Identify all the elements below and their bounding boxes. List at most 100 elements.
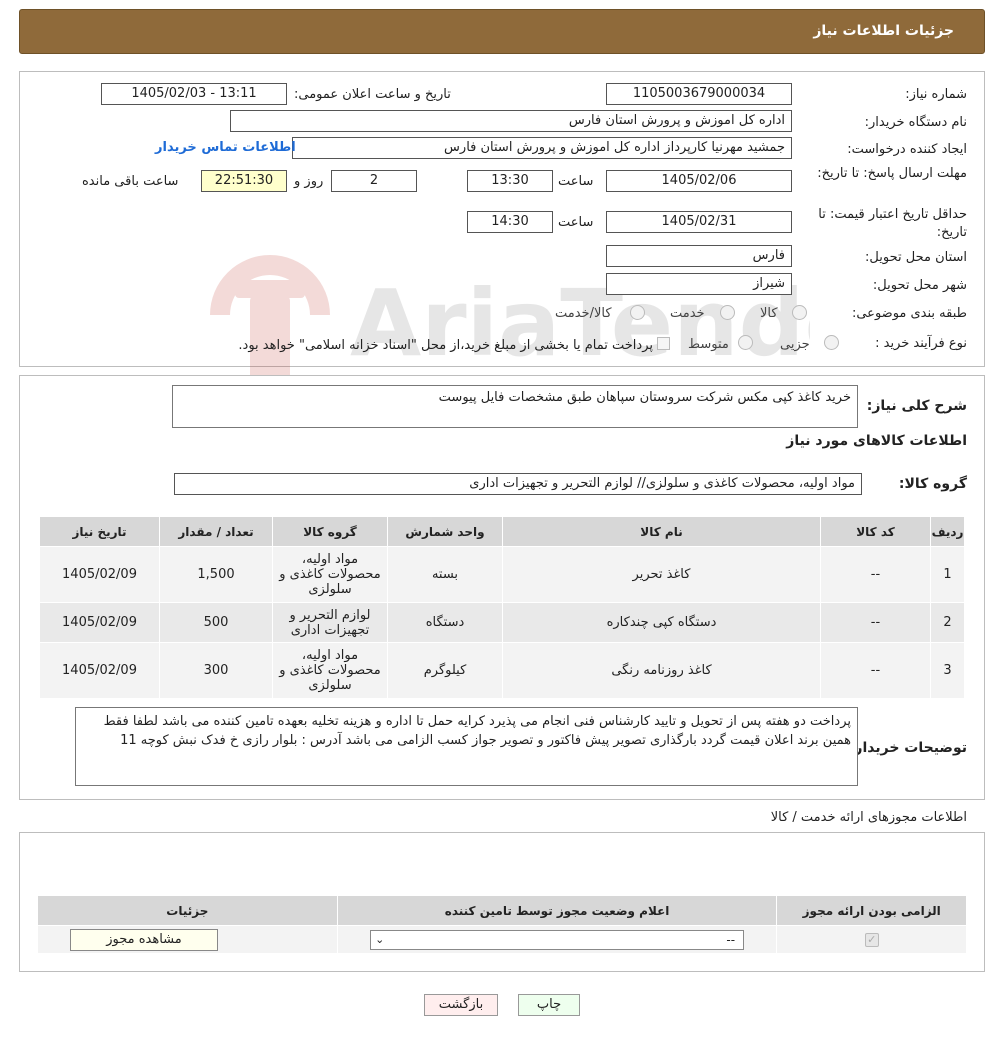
table-row: 2 -- دستگاه کپی چندکاره دستگاه لوازم الت…	[39, 602, 965, 643]
cell-unit: بسته	[387, 546, 503, 603]
buyer-notes-field: پرداخت دو هفته پس از تحویل و تایید کارشن…	[75, 707, 858, 786]
print-button[interactable]: چاپ	[518, 994, 580, 1016]
need-number-label: شماره نیاز:	[905, 87, 967, 102]
buyer-label: نام دستگاه خریدار:	[864, 115, 967, 130]
col-date: تاریخ نیاز	[39, 516, 160, 547]
col-qty: تعداد / مقدار	[159, 516, 273, 547]
permits-table-header: الزامی بودن ارائه مجوز اعلام وضعیت مجوز …	[37, 895, 967, 926]
required-checkbox[interactable]: ✓	[864, 933, 879, 947]
col-permit-required: الزامی بودن ارائه مجوز	[776, 895, 967, 926]
cell-code: --	[820, 602, 931, 643]
buyer-field: اداره کل اموزش و پرورش استان فارس	[230, 110, 792, 132]
radio-medium-label: متوسط	[688, 337, 729, 352]
remaining-label: ساعت باقی مانده	[82, 174, 179, 189]
cell-date: 1405/02/09	[39, 602, 160, 643]
cell-required: ✓	[776, 925, 967, 954]
radio-minor-label: جزیی	[780, 337, 810, 352]
cell-row: 3	[930, 642, 965, 699]
creator-label: ایجاد کننده درخواست:	[847, 142, 967, 157]
col-permit-details: جزئیات	[37, 895, 338, 926]
page-header: جزئیات اطلاعات نیاز	[19, 9, 985, 54]
cell-group: مواد اولیه، محصولات کاغذی و سلولزی	[272, 642, 388, 699]
cell-name: دستگاه کپی چندکاره	[502, 602, 821, 643]
page-title: جزئیات اطلاعات نیاز	[813, 23, 954, 39]
cell-details: مشاهده مجوز	[37, 925, 338, 954]
creator-field: جمشید مهرنیا کارپرداز اداره کل اموزش و پ…	[292, 137, 792, 159]
cell-code: --	[820, 546, 931, 603]
cell-status: -- ⌄	[336, 925, 778, 954]
view-permit-button[interactable]: مشاهده مجوز	[70, 928, 218, 951]
deadline-time-label: ساعت	[558, 174, 594, 189]
deadline-label: مهلت ارسال پاسخ: تا تاریخ:	[817, 166, 967, 181]
table-row: 1 -- کاغذ تحریر بسته مواد اولیه، محصولات…	[39, 546, 965, 603]
process-label: نوع فرآیند خرید :	[875, 336, 967, 351]
permit-status-select[interactable]: -- ⌄	[370, 929, 745, 950]
deadline-time-field: 13:30	[467, 170, 553, 192]
back-button[interactable]: بازگشت	[424, 994, 498, 1016]
category-label: طبقه بندی موضوعی:	[851, 306, 967, 321]
goods-table-header: ردیف کد کالا نام کالا واحد شمارش گروه کا…	[39, 516, 965, 547]
cell-unit: کیلوگرم	[387, 642, 503, 699]
cell-name: کاغذ روزنامه رنگی	[502, 642, 821, 699]
cell-unit: دستگاه	[387, 602, 503, 643]
cell-row: 1	[930, 546, 965, 603]
city-label: شهر محل تحویل:	[872, 278, 967, 293]
col-code: کد کالا	[820, 516, 931, 547]
radio-goods-label: کالا	[760, 306, 778, 321]
goods-table: ردیف کد کالا نام کالا واحد شمارش گروه کا…	[39, 516, 965, 699]
province-label: استان محل تحویل:	[865, 250, 967, 265]
buyer-contact-link[interactable]: اطلاعات تماس خریدار	[155, 140, 296, 155]
cell-group: مواد اولیه، محصولات کاغذی و سلولزی	[272, 546, 388, 603]
days-field: 2	[331, 170, 417, 192]
radio-medium[interactable]	[738, 335, 753, 350]
radio-goods-service-label: کالا/خدمت	[555, 306, 612, 321]
city-field: شیراز	[606, 273, 792, 295]
cell-qty: 500	[159, 602, 273, 643]
deadline-date-field: 1405/02/06	[606, 170, 792, 192]
table-row: ✓ -- ⌄ مشاهده مجوز	[37, 925, 967, 954]
cell-name: کاغذ تحریر	[502, 546, 821, 603]
col-permit-status: اعلام وضعیت مجوز توسط تامین کننده	[336, 895, 778, 926]
radio-service[interactable]	[720, 305, 735, 320]
description-field: خرید کاغذ کپی مکس شرکت سروستان سپاهان طب…	[172, 385, 858, 428]
radio-minor[interactable]	[824, 335, 839, 350]
province-field: فارس	[606, 245, 792, 267]
description-label: شرح کلی نیاز:	[866, 398, 967, 414]
radio-goods[interactable]	[792, 305, 807, 320]
remaining-time-field: 22:51:30	[201, 170, 287, 192]
chevron-down-icon: ⌄	[375, 932, 385, 946]
permits-table: الزامی بودن ارائه مجوز اعلام وضعیت مجوز …	[37, 895, 967, 954]
permit-status-value: --	[726, 932, 736, 947]
goods-info-title: اطلاعات کالاهای مورد نیاز	[786, 433, 967, 449]
validity-label: حداقل تاریخ اعتبار قیمت: تا تاریخ:	[818, 207, 967, 240]
cell-row: 2	[930, 602, 965, 643]
description-text: خرید کاغذ کپی مکس شرکت سروستان سپاهان طب…	[438, 390, 851, 405]
validity-date-field: 1405/02/31	[606, 211, 792, 233]
validity-time-field: 14:30	[467, 211, 553, 233]
permits-title: اطلاعات مجوزهای ارائه خدمت / کالا	[770, 810, 967, 825]
validity-time-label: ساعت	[558, 215, 594, 230]
cell-qty: 1,500	[159, 546, 273, 603]
col-name: نام کالا	[502, 516, 821, 547]
cell-date: 1405/02/09	[39, 642, 160, 699]
radio-goods-service[interactable]	[630, 305, 645, 320]
goods-group-label: گروه کالا:	[898, 476, 967, 492]
col-group: گروه کالا	[272, 516, 388, 547]
buyer-notes-text: پرداخت دو هفته پس از تحویل و تایید کارشن…	[103, 714, 851, 748]
col-unit: واحد شمارش	[387, 516, 503, 547]
need-number-field: 1105003679000034	[606, 83, 792, 105]
goods-group-field: مواد اولیه، محصولات کاغذی و سلولزی// لوا…	[174, 473, 862, 495]
days-label: روز و	[294, 174, 324, 189]
process-note: پرداخت تمام یا بخشی از مبلغ خرید،از محل …	[238, 338, 653, 353]
radio-service-label: خدمت	[670, 306, 705, 321]
cell-date: 1405/02/09	[39, 546, 160, 603]
cell-qty: 300	[159, 642, 273, 699]
table-row: 3 -- کاغذ روزنامه رنگی کیلوگرم مواد اولی…	[39, 642, 965, 699]
announce-label: تاریخ و ساعت اعلان عمومی:	[294, 87, 451, 102]
cell-code: --	[820, 642, 931, 699]
announce-field: 1405/02/03 - 13:11	[101, 83, 287, 105]
cell-group: لوازم التحریر و تجهیزات اداری	[272, 602, 388, 643]
treasury-checkbox[interactable]	[657, 337, 670, 350]
col-row: ردیف	[930, 516, 965, 547]
buyer-notes-label: توضیحات خریدار:	[848, 740, 967, 756]
